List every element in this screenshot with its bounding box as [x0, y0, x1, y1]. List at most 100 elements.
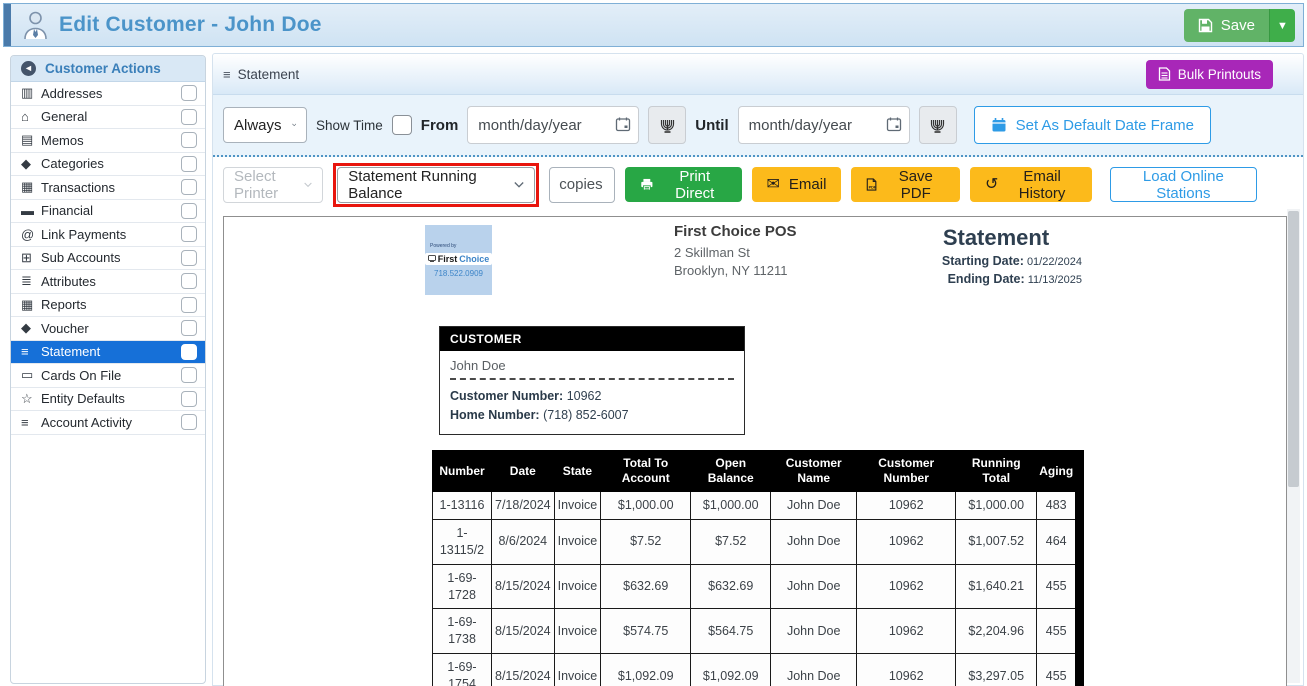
set-default-date-frame-button[interactable]: Set As Default Date Frame: [974, 106, 1211, 144]
voucher-checkbox[interactable]: [181, 320, 197, 336]
bulk-printouts-button[interactable]: Bulk Printouts: [1146, 60, 1273, 89]
voucher-icon: ◆: [21, 320, 41, 336]
sidebar-item-attributes[interactable]: ≣ Attributes: [11, 270, 205, 294]
sidebar-item-label: Sub Accounts: [41, 250, 181, 265]
link-payments-icon: @: [21, 227, 41, 242]
sidebar-header[interactable]: ◄ Customer Actions: [11, 56, 205, 82]
print-template-value: Statement Running Balance: [348, 168, 504, 202]
statement-icon: ≡: [21, 344, 41, 359]
sidebar-item-addresses[interactable]: ▥ Addresses: [11, 82, 205, 106]
statement-checkbox[interactable]: [181, 344, 197, 360]
from-date-input[interactable]: [467, 106, 639, 144]
sidebar-item-account-activity[interactable]: ≡ Account Activity: [11, 411, 205, 435]
load-online-stations-button[interactable]: Load Online Stations: [1110, 167, 1257, 202]
powered-by-label: Powered by: [430, 243, 456, 249]
email-history-button[interactable]: ↺ Email History: [970, 167, 1092, 202]
home-number-label: Home Number:: [450, 408, 540, 422]
customer-number-value: 10962: [567, 389, 602, 403]
reports-checkbox[interactable]: [181, 297, 197, 313]
customer-number-label: Customer Number:: [450, 389, 563, 403]
calendar-icon[interactable]: [886, 116, 902, 132]
transactions-checkbox[interactable]: [181, 179, 197, 195]
sidebar-item-reports[interactable]: ▦ Reports: [11, 294, 205, 318]
sub-accounts-checkbox[interactable]: [181, 250, 197, 266]
save-dropdown-caret[interactable]: ▼: [1269, 9, 1295, 42]
floppy-icon: [1198, 18, 1213, 33]
print-direct-label: Print Direct: [663, 168, 727, 202]
sidebar-item-label: Voucher: [41, 321, 181, 336]
sidebar-item-financial[interactable]: ▬ Financial: [11, 200, 205, 224]
categories-checkbox[interactable]: [181, 156, 197, 172]
sidebar-item-statement[interactable]: ≡ Statement: [11, 341, 205, 365]
print-template-select[interactable]: Statement Running Balance: [337, 167, 535, 203]
cell-state: Invoice: [554, 654, 601, 686]
sidebar-item-entity-defaults[interactable]: ☆ Entity Defaults: [11, 388, 205, 412]
sidebar-item-sub-accounts[interactable]: ⊞ Sub Accounts: [11, 247, 205, 271]
financial-checkbox[interactable]: [181, 203, 197, 219]
home-number-line: Home Number: (718) 852-6007: [450, 406, 734, 425]
sidebar-item-voucher[interactable]: ◆ Voucher: [11, 317, 205, 341]
show-time-checkbox[interactable]: [392, 115, 412, 135]
attributes-checkbox[interactable]: [181, 273, 197, 289]
copies-input[interactable]: [549, 167, 615, 203]
account-activity-checkbox[interactable]: [181, 414, 197, 430]
sidebar-item-label: Reports: [41, 297, 181, 312]
sidebar-item-link-payments[interactable]: @ Link Payments: [11, 223, 205, 247]
annotation-highlight-box: Statement Running Balance: [333, 163, 539, 207]
customer-actions-sidebar: ◄ Customer Actions ▥ Addresses ⌂ General…: [10, 55, 206, 684]
col-total-to-account: Total To Account: [601, 451, 691, 492]
sidebar-item-label: Attributes: [41, 274, 181, 289]
cell-open-balance: $1,092.09: [691, 654, 771, 686]
print-direct-button[interactable]: Print Direct: [625, 167, 741, 202]
save-button[interactable]: Save: [1184, 9, 1269, 42]
link-payments-checkbox[interactable]: [181, 226, 197, 242]
printer-select[interactable]: Select Printer: [223, 167, 323, 203]
main-panel: ≡ Statement Bulk Printouts Always: [212, 53, 1304, 686]
sidebar-header-label: Customer Actions: [45, 61, 161, 76]
menorah-icon: [929, 118, 946, 133]
email-button[interactable]: ✉ Email: [752, 167, 842, 202]
general-checkbox[interactable]: [181, 109, 197, 125]
col-open-balance: Open Balance: [691, 451, 771, 492]
entity-defaults-checkbox[interactable]: [181, 391, 197, 407]
customer-box-body: John Doe Customer Number: 10962 Home Num…: [440, 351, 744, 434]
arrow-left-circle-icon: ◄: [21, 61, 36, 76]
cell-open-balance: $7.52: [691, 519, 771, 564]
date-range-select[interactable]: Always: [223, 107, 307, 143]
cell-number: 1-69-1754: [433, 654, 492, 686]
hebrew-calendar-button[interactable]: [919, 106, 957, 144]
sidebar-item-transactions[interactable]: ▦ Transactions: [11, 176, 205, 200]
cell-state: Invoice: [554, 492, 601, 520]
until-date-input[interactable]: [738, 106, 910, 144]
col-customer-name: Customer Name: [771, 451, 857, 492]
sidebar-item-label: Financial: [41, 203, 181, 218]
cards-on-file-checkbox[interactable]: [181, 367, 197, 383]
print-row-right-group: ↺ Email History Load Online Stations: [970, 167, 1257, 202]
save-pdf-button[interactable]: PDF Save PDF: [851, 167, 960, 202]
calendar-icon[interactable]: [615, 116, 631, 132]
scrollbar-thumb[interactable]: [1288, 211, 1299, 487]
company-info: First Choice POS 2 Skillman St Brooklyn,…: [674, 223, 797, 279]
firstchoice-logo-chip: FirstChoice: [425, 253, 493, 265]
table-row: 1-69-1728 8/15/2024 Invoice $632.69 $632…: [433, 564, 1080, 609]
reports-icon: ▦: [21, 297, 41, 313]
cell-state: Invoice: [554, 564, 601, 609]
addresses-checkbox[interactable]: [181, 85, 197, 101]
cell-running-total: $1,007.52: [956, 519, 1037, 564]
cell-number: 1-13116: [433, 492, 492, 520]
vertical-scrollbar[interactable]: [1287, 209, 1300, 683]
cell-customer-name: John Doe: [771, 609, 857, 654]
print-controls-bar: Select Printer Statement Running Balance: [213, 157, 1303, 212]
envelope-icon: ✉: [767, 177, 780, 193]
sidebar-item-cards-on-file[interactable]: ▭ Cards On File: [11, 364, 205, 388]
hebrew-calendar-button[interactable]: [648, 106, 686, 144]
header-accent-bar: [4, 4, 11, 46]
sidebar-item-general[interactable]: ⌂ General: [11, 106, 205, 130]
memos-checkbox[interactable]: [181, 132, 197, 148]
sidebar-item-label: Account Activity: [41, 415, 181, 430]
page-title: Edit Customer - John Doe: [59, 13, 322, 37]
cell-customer-number: 10962: [857, 609, 956, 654]
until-label: Until: [695, 117, 728, 134]
sidebar-item-categories[interactable]: ◆ Categories: [11, 153, 205, 177]
sidebar-item-memos[interactable]: ▤ Memos: [11, 129, 205, 153]
